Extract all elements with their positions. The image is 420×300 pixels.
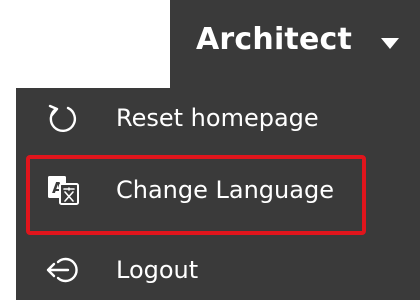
menu-item-label: Reset homepage bbox=[116, 104, 319, 132]
reset-icon bbox=[46, 102, 80, 134]
user-menu-toggle[interactable]: Architect bbox=[170, 0, 420, 88]
menu-item-change-language[interactable]: A Change Language bbox=[16, 160, 420, 220]
user-dropdown-menu: Reset homepage A Change Language Logout bbox=[16, 88, 420, 300]
translate-icon: A bbox=[46, 174, 80, 206]
screen: Architect Reset homepage A Change Langua… bbox=[0, 0, 420, 300]
menu-item-label: Logout bbox=[116, 256, 199, 284]
menu-item-reset-homepage[interactable]: Reset homepage bbox=[16, 88, 420, 148]
user-name: Architect bbox=[196, 22, 353, 57]
menu-item-logout[interactable]: Logout bbox=[16, 240, 420, 300]
logout-icon bbox=[46, 254, 80, 286]
user-menu-header: Architect bbox=[170, 0, 420, 88]
chevron-down-icon bbox=[381, 38, 399, 49]
menu-item-label: Change Language bbox=[116, 176, 334, 204]
